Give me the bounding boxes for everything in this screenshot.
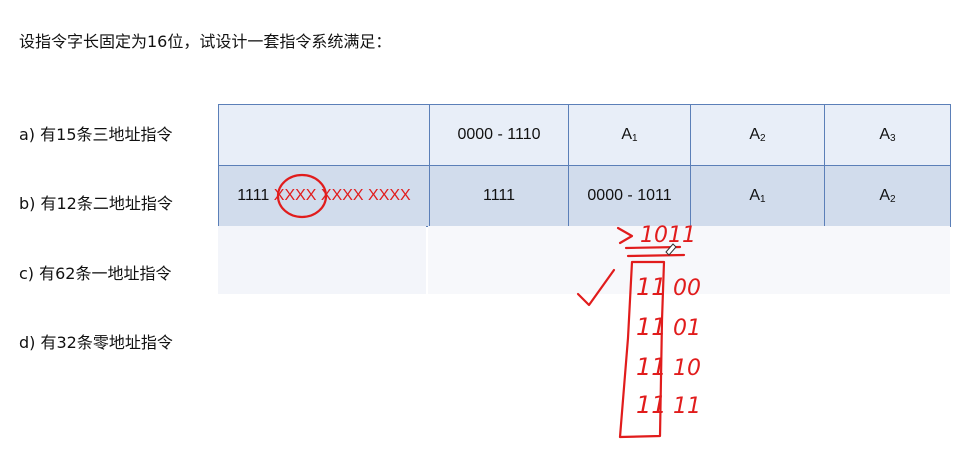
handwritten-bits: 10 [673, 356, 701, 381]
handwritten-bits: 11 [636, 391, 667, 419]
check-mark [576, 268, 616, 307]
handwritten-top-value: 1011 [640, 223, 696, 248]
handwritten-bits: 11 [636, 273, 667, 301]
handwritten-bits: 11 [636, 353, 667, 381]
handwritten-annotations: 1011 11 11 11 11 00 01 10 11 [276, 173, 701, 439]
circle-mark [276, 173, 328, 219]
arrow-mark [616, 226, 634, 245]
handwritten-bits: 11 [636, 313, 667, 341]
handwritten-bits: 11 [673, 394, 701, 419]
handwritten-bits: 01 [673, 316, 701, 341]
handwritten-bits: 00 [673, 276, 701, 301]
